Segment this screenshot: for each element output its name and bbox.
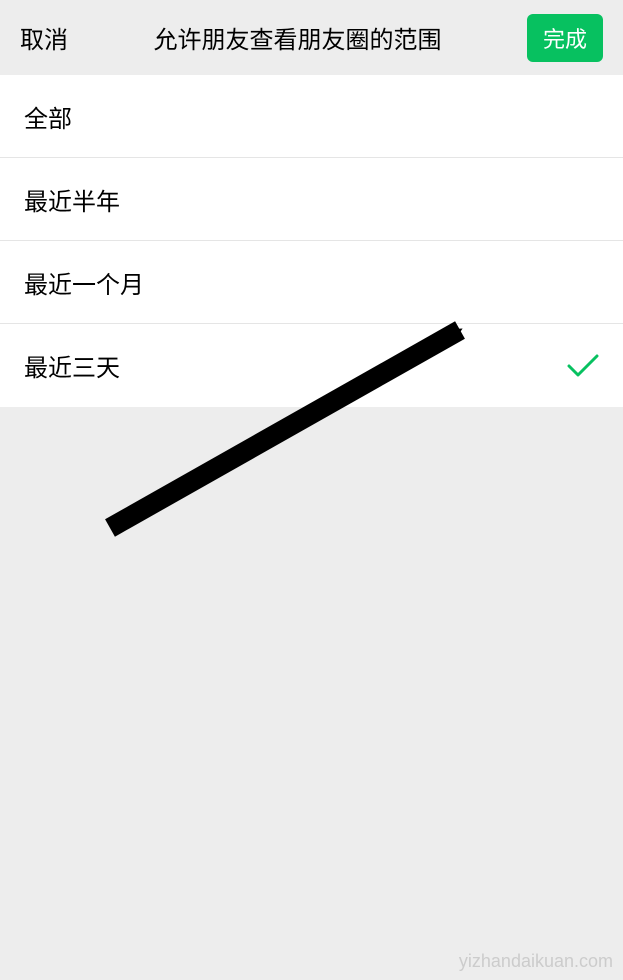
- option-half-year[interactable]: 最近半年: [0, 158, 623, 241]
- watermark-text: yizhandaikuan.com: [459, 951, 613, 972]
- check-icon: [567, 353, 599, 379]
- page-title: 允许朋友查看朋友圈的范围: [153, 20, 441, 55]
- option-label: 最近一个月: [24, 265, 144, 300]
- option-one-month[interactable]: 最近一个月: [0, 241, 623, 324]
- option-three-days[interactable]: 最近三天: [0, 324, 623, 407]
- option-label: 最近半年: [24, 182, 120, 217]
- options-list: 全部 最近半年 最近一个月 最近三天: [0, 75, 623, 407]
- cancel-button[interactable]: 取消: [20, 20, 68, 55]
- header-bar: 取消 允许朋友查看朋友圈的范围 完成: [0, 0, 623, 75]
- option-label: 最近三天: [24, 348, 120, 383]
- option-label: 全部: [24, 99, 72, 134]
- option-all[interactable]: 全部: [0, 75, 623, 158]
- done-button[interactable]: 完成: [527, 14, 603, 62]
